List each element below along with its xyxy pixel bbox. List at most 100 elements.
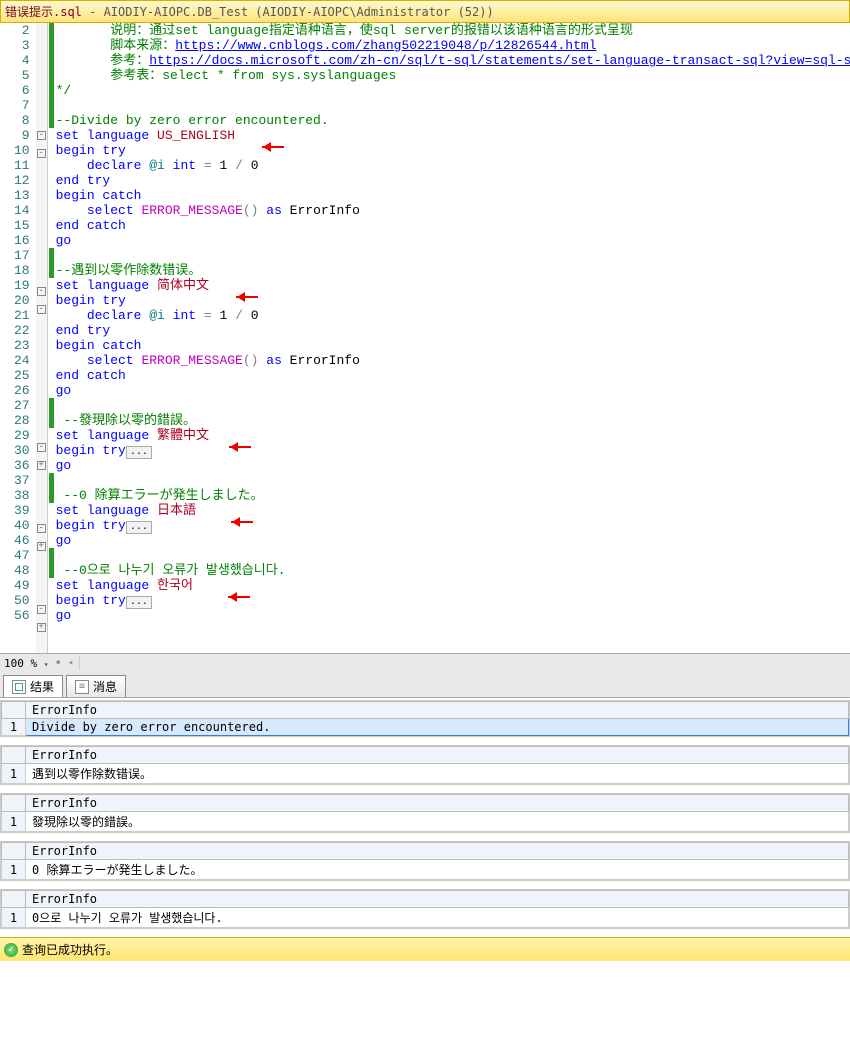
code-line[interactable]: --發現除以零的錯誤。 — [56, 413, 850, 428]
code-line[interactable]: --遇到以零作除数错误。 — [56, 263, 850, 278]
line-number: 17 — [14, 248, 30, 263]
row-number[interactable]: 1 — [2, 719, 26, 736]
code-line[interactable]: set language 日本語 — [56, 503, 850, 518]
table-row[interactable]: 10 除算エラーが発生しました。 — [2, 860, 849, 880]
table-row[interactable]: 1遇到以零作除数错误。 — [2, 764, 849, 784]
code-line[interactable]: go — [56, 608, 850, 623]
code-line[interactable]: set language 繁體中文 — [56, 428, 850, 443]
cell-value[interactable]: 發現除以零的錯誤。 — [26, 812, 849, 832]
code-editor[interactable]: 2345678910111213141516171819202122232425… — [0, 23, 850, 653]
code-line[interactable]: go — [56, 533, 850, 548]
tab-results[interactable]: 结果 — [3, 675, 63, 697]
fold-collapse-icon[interactable]: - — [37, 287, 46, 296]
grid-corner[interactable] — [2, 843, 26, 860]
status-bar: 查询已成功执行。 — [0, 937, 850, 961]
row-number[interactable]: 1 — [2, 812, 26, 832]
result-grid[interactable]: ErrorInfo1Divide by zero error encounter… — [0, 700, 850, 737]
line-number: 14 — [14, 203, 30, 218]
line-number: 25 — [14, 368, 30, 383]
line-number: 13 — [14, 188, 30, 203]
column-header[interactable]: ErrorInfo — [26, 747, 849, 764]
fold-collapse-icon[interactable]: - — [37, 605, 46, 614]
code-line[interactable] — [56, 548, 850, 563]
fold-collapse-icon[interactable]: - — [37, 149, 46, 158]
fold-collapse-icon[interactable]: - — [37, 443, 46, 452]
table-row[interactable]: 10으로 나누기 오류가 발생했습니다. — [2, 908, 849, 928]
cell-value[interactable]: 0으로 나누기 오류가 발생했습니다. — [26, 908, 849, 928]
grid-corner[interactable] — [2, 795, 26, 812]
result-grid[interactable]: ErrorInfo1遇到以零作除数错误。 — [0, 745, 850, 785]
code-line[interactable]: end try — [56, 323, 850, 338]
code-line[interactable]: declare @i int = 1 / 0 — [56, 158, 850, 173]
code-line[interactable]: begin try... — [56, 518, 850, 533]
tab-messages[interactable]: 消息 — [66, 675, 126, 697]
table-row[interactable]: 1Divide by zero error encountered. — [2, 719, 849, 736]
code-line[interactable]: go — [56, 458, 850, 473]
row-number[interactable]: 1 — [2, 860, 26, 880]
zoom-bar: 100 % ▾ • ◂ — [0, 653, 850, 672]
column-header[interactable]: ErrorInfo — [26, 843, 849, 860]
code-line[interactable]: end catch — [56, 218, 850, 233]
line-number: 49 — [14, 578, 30, 593]
code-line[interactable] — [56, 98, 850, 113]
code-line[interactable]: 说明：通过set language指定语种语言，使sql server的报错以该… — [56, 23, 850, 38]
code-line[interactable]: begin catch — [56, 338, 850, 353]
cell-value[interactable]: 遇到以零作除数错误。 — [26, 764, 849, 784]
code-line[interactable]: declare @i int = 1 / 0 — [56, 308, 850, 323]
code-line[interactable]: select ERROR_MESSAGE() as ErrorInfo — [56, 203, 850, 218]
code-line[interactable]: */ — [56, 83, 850, 98]
result-grid[interactable]: ErrorInfo10 除算エラーが発生しました。 — [0, 841, 850, 881]
code-line[interactable]: end catch — [56, 368, 850, 383]
table-row[interactable]: 1發現除以零的錯誤。 — [2, 812, 849, 832]
result-grid[interactable]: ErrorInfo10으로 나누기 오류가 발생했습니다. — [0, 889, 850, 929]
code-line[interactable]: --0으로 나누기 오류가 발생했습니다. — [56, 563, 850, 578]
result-grid[interactable]: ErrorInfo1發現除以零的錯誤。 — [0, 793, 850, 833]
code-line[interactable]: --0 除算エラーが発生しました。 — [56, 488, 850, 503]
tab-title[interactable]: 错误提示.sql - AIODIY-AIOPC.DB_Test (AIODIY-… — [0, 0, 850, 23]
code-line[interactable]: begin try... — [56, 593, 850, 608]
grid-corner[interactable] — [2, 891, 26, 908]
code-line[interactable]: 脚本来源：https://www.cnblogs.com/zhang502219… — [56, 38, 850, 53]
fold-collapse-icon[interactable]: - — [37, 305, 46, 314]
code-line[interactable] — [56, 473, 850, 488]
messages-icon — [75, 680, 89, 694]
status-text: 查询已成功执行。 — [22, 941, 118, 958]
code-line[interactable]: set language 한국어 — [56, 578, 850, 593]
line-number: 6 — [14, 83, 30, 98]
cell-value[interactable]: 0 除算エラーが発生しました。 — [26, 860, 849, 880]
column-header[interactable]: ErrorInfo — [26, 891, 849, 908]
code-line[interactable]: begin try — [56, 143, 850, 158]
row-number[interactable]: 1 — [2, 908, 26, 928]
line-number: 10 — [14, 143, 30, 158]
column-header[interactable]: ErrorInfo — [26, 795, 849, 812]
code-line[interactable] — [56, 248, 850, 263]
fold-expand-icon[interactable]: + — [37, 542, 46, 551]
line-number: 19 — [14, 278, 30, 293]
code-line[interactable]: begin try — [56, 293, 850, 308]
code-line[interactable]: 参考：https://docs.microsoft.com/zh-cn/sql/… — [56, 53, 850, 68]
zoom-select[interactable]: 100 % ▾ — [4, 657, 49, 670]
code-line[interactable]: set language US_ENGLISH — [56, 128, 850, 143]
grid-corner[interactable] — [2, 702, 26, 719]
code-line[interactable]: set language 简体中文 — [56, 278, 850, 293]
fold-collapse-icon[interactable]: - — [37, 524, 46, 533]
code-line[interactable]: go — [56, 383, 850, 398]
code-line[interactable]: end try — [56, 173, 850, 188]
cell-value[interactable]: Divide by zero error encountered. — [26, 719, 849, 736]
column-header[interactable]: ErrorInfo — [26, 702, 849, 719]
row-number[interactable]: 1 — [2, 764, 26, 784]
code-line[interactable]: --Divide by zero error encountered. — [56, 113, 850, 128]
code-line[interactable]: 参考表：select * from sys.syslanguages — [56, 68, 850, 83]
code-line[interactable]: begin try... — [56, 443, 850, 458]
code-line[interactable]: begin catch — [56, 188, 850, 203]
line-number: 39 — [14, 503, 30, 518]
code-line[interactable]: go — [56, 233, 850, 248]
fold-collapse-icon[interactable]: - — [37, 131, 46, 140]
fold-expand-icon[interactable]: + — [37, 623, 46, 632]
fold-expand-icon[interactable]: + — [37, 461, 46, 470]
code-line[interactable]: select ERROR_MESSAGE() as ErrorInfo — [56, 353, 850, 368]
grid-corner[interactable] — [2, 747, 26, 764]
horizontal-scrollbar[interactable] — [79, 656, 846, 670]
code-line[interactable] — [56, 398, 850, 413]
line-number: 26 — [14, 383, 30, 398]
